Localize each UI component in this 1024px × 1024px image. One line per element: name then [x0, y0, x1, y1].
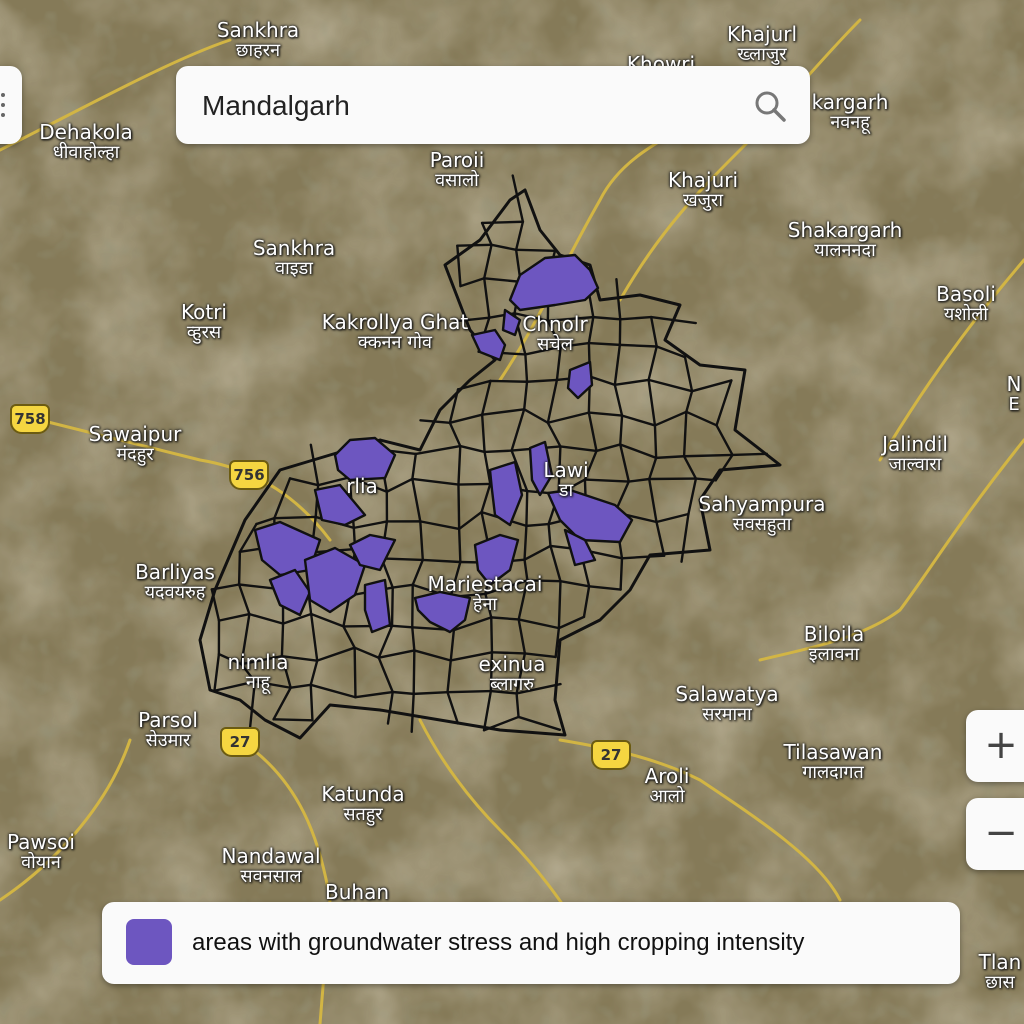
search-icon[interactable]: [752, 88, 788, 124]
menu-button[interactable]: [0, 66, 22, 144]
map-canvas[interactable]: [0, 0, 1024, 1024]
district-border: [490, 651, 527, 655]
district-border: [390, 586, 394, 628]
district-border: [489, 651, 494, 693]
district-border: [525, 489, 529, 528]
district-border: [280, 622, 285, 658]
district-border: [731, 452, 769, 457]
district-border: [309, 683, 314, 722]
district-border: [524, 353, 529, 383]
plus-icon: +: [984, 722, 1018, 768]
district-border: [653, 424, 658, 460]
district-border: [446, 689, 493, 694]
zoom-in-button[interactable]: +: [966, 710, 1024, 782]
district-border: [483, 449, 513, 454]
stress-area[interactable]: [363, 578, 392, 634]
district-border: [412, 649, 416, 696]
search-input[interactable]: Mandalgarh: [202, 66, 350, 146]
district-border: [682, 453, 734, 458]
district-border: [353, 646, 357, 699]
district-border: [237, 550, 242, 586]
district-border: [557, 580, 562, 630]
highway-shield: 758: [10, 404, 50, 434]
legend-label: areas with groundwater stress and high c…: [192, 929, 805, 956]
district-border: [457, 527, 462, 564]
legend-swatch: [126, 919, 172, 965]
district-border: [654, 455, 686, 460]
district-border: [457, 483, 461, 531]
district-border: [457, 482, 492, 486]
highway-shield: 27: [591, 740, 631, 770]
district-border: [526, 579, 562, 583]
search-box[interactable]: Mandalgarh: [176, 66, 810, 144]
district-border: [390, 624, 414, 629]
district-border: [490, 616, 494, 654]
district-border: [618, 343, 658, 348]
highway-shield: 27: [220, 727, 260, 757]
map-legend: areas with groundwater stress and high c…: [102, 902, 960, 984]
district-border: [489, 379, 529, 383]
district-border: [380, 557, 425, 562]
district-border: [480, 220, 525, 225]
district-border: [514, 248, 557, 253]
district-border: [272, 718, 314, 722]
district-border: [456, 243, 493, 247]
district-border: [273, 515, 317, 520]
highway-shield: 756: [229, 460, 269, 490]
minus-icon: −: [984, 810, 1018, 856]
zoom-out-button[interactable]: −: [966, 798, 1024, 870]
district-border: [412, 691, 449, 696]
district-border: [619, 557, 624, 591]
